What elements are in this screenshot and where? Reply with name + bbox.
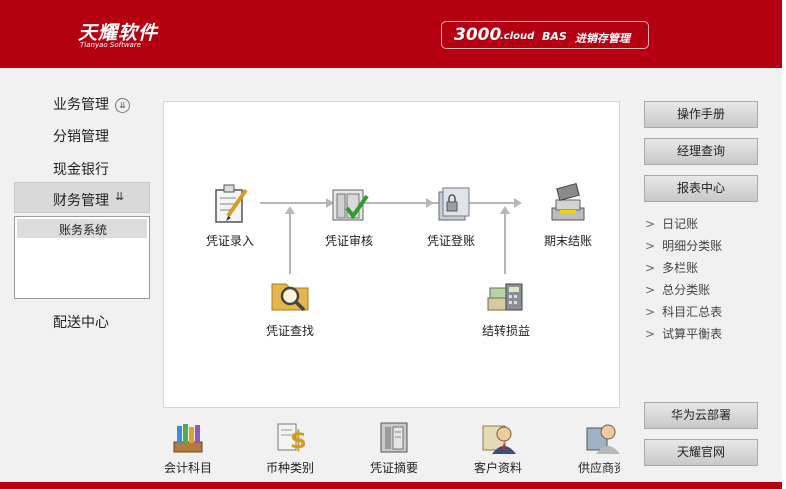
shortcut-overflow-mask	[620, 410, 642, 482]
flow-node-label: 凭证登账	[426, 234, 475, 248]
flow-arrow-icon	[514, 198, 522, 208]
svg-text:$: $	[290, 426, 307, 454]
flow-node-label: 结转损益	[481, 324, 530, 338]
sidebar-item-label: 现金银行	[53, 162, 109, 178]
manual-button[interactable]: 操作手册	[644, 101, 758, 128]
window-edge	[782, 0, 786, 489]
report-link-label: 日记账	[662, 217, 699, 231]
sidebar-item-label: 配送中心	[53, 315, 109, 331]
report-link-journal[interactable]: > 日记账	[645, 215, 698, 232]
huawei-cloud-button[interactable]: 华为云部署	[644, 402, 758, 429]
report-link-subject-summary[interactable]: > 科目汇总表	[645, 303, 722, 320]
product-bas: BAS	[542, 30, 567, 43]
period-closing-icon	[551, 183, 585, 221]
report-link-detail-ledger[interactable]: > 明细分类账	[645, 237, 722, 254]
chevron-right-icon: >	[645, 305, 656, 319]
shortcut-label: 客户资料	[473, 461, 522, 475]
voucher-search-icon	[271, 283, 309, 312]
chevron-right-icon: >	[645, 283, 656, 297]
flow-node-label: 凭证审核	[324, 234, 373, 248]
chevron-right-icon: >	[645, 239, 656, 253]
product-badge: 3000 .cloud BAS 进销存管理	[441, 21, 649, 49]
finance-flow-panel: 凭证录入 凭证审核 凭证登账 期末结账 凭证查找 结转损益	[163, 101, 620, 408]
flow-node-voucher-search[interactable]: 凭证查找	[258, 272, 322, 339]
chevron-down-icon[interactable]: ⇊	[115, 97, 130, 113]
finance-submenu: 账务系统	[14, 216, 150, 299]
header-bar: 天耀软件 Tianyao Software 3000 .cloud BAS 进销…	[0, 0, 782, 68]
flow-arrow-up-icon	[500, 206, 510, 214]
product-name: 进销存管理	[575, 32, 630, 45]
shortcut-currency-type[interactable]: $ 币种类别	[262, 420, 318, 476]
customer-info-icon	[482, 425, 516, 454]
flow-node-label: 期末结账	[543, 234, 592, 248]
sidebar-item-business[interactable]: 业务管理 ⇊	[53, 94, 130, 114]
flow-node-profit-loss-transfer[interactable]: 结转损益	[474, 272, 538, 339]
report-link-label: 科目汇总表	[662, 305, 723, 319]
submenu-item-accounting-system[interactable]: 账务系统	[17, 219, 147, 238]
sidebar-item-label: 业务管理	[53, 97, 109, 113]
sidebar-item-label: 分销管理	[53, 129, 109, 145]
shortcut-label: 会计科目	[163, 461, 212, 475]
voucher-entry-icon	[215, 184, 248, 223]
supplier-info-icon	[586, 424, 620, 454]
accounting-subjects-icon	[173, 424, 203, 453]
shortcut-label: 凭证摘要	[369, 461, 418, 475]
submenu-item-label: 账务系统	[59, 223, 108, 237]
shortcut-accounting-subjects[interactable]: 会计科目	[160, 420, 216, 476]
flow-node-voucher-entry[interactable]: 凭证录入	[198, 182, 262, 249]
flow-arrow-up-icon	[285, 206, 295, 214]
flow-node-voucher-audit[interactable]: 凭证审核	[317, 182, 381, 249]
official-site-button[interactable]: 天耀官网	[644, 439, 758, 466]
voucher-posting-icon	[438, 187, 470, 221]
flow-node-label: 凭证录入	[205, 234, 254, 248]
shortcut-voucher-summary[interactable]: 凭证摘要	[366, 420, 422, 476]
sidebar-item-distribution[interactable]: 分销管理	[53, 126, 109, 146]
flow-node-voucher-posting[interactable]: 凭证登账	[419, 182, 483, 249]
report-link-label: 多栏账	[662, 261, 699, 275]
report-link-label: 总分类账	[662, 283, 711, 297]
report-link-general-ledger[interactable]: > 总分类账	[645, 281, 710, 298]
flow-line-vertical	[289, 212, 291, 274]
manager-query-button[interactable]: 经理查询	[644, 138, 758, 165]
chevron-down-icon[interactable]: ⇊	[115, 190, 124, 203]
currency-type-icon: $	[277, 423, 307, 454]
report-link-trial-balance[interactable]: > 试算平衡表	[645, 325, 722, 342]
profit-loss-transfer-icon	[487, 283, 523, 311]
chevron-right-icon: >	[645, 327, 656, 341]
product-number: 3000	[454, 25, 502, 45]
chevron-right-icon: >	[645, 217, 656, 231]
flow-node-period-closing[interactable]: 期末结账	[536, 182, 600, 249]
shortcut-customer-info[interactable]: 客户资料	[470, 420, 526, 476]
report-center-button[interactable]: 报表中心	[644, 175, 758, 202]
logo-english: Tianyao Software	[80, 41, 142, 49]
sidebar-item-distribution-center[interactable]: 配送中心	[53, 312, 109, 332]
shortcut-label: 币种类别	[265, 461, 314, 475]
flow-node-label: 凭证查找	[265, 324, 314, 338]
sidebar-item-cash-bank[interactable]: 现金银行	[53, 159, 109, 179]
sidebar-item-finance[interactable]: 财务管理 ⇊	[14, 182, 150, 213]
report-link-label: 试算平衡表	[662, 327, 723, 341]
chevron-right-icon: >	[645, 261, 656, 275]
voucher-summary-icon	[380, 422, 408, 453]
sidebar-item-label: 财务管理	[53, 193, 109, 209]
flow-line-vertical	[504, 212, 506, 274]
voucher-audit-icon	[332, 189, 369, 221]
product-cloud: .cloud	[500, 31, 535, 42]
bottom-bar	[0, 482, 782, 489]
report-link-label: 明细分类账	[662, 239, 723, 253]
report-link-multi-column[interactable]: > 多栏账	[645, 259, 698, 276]
